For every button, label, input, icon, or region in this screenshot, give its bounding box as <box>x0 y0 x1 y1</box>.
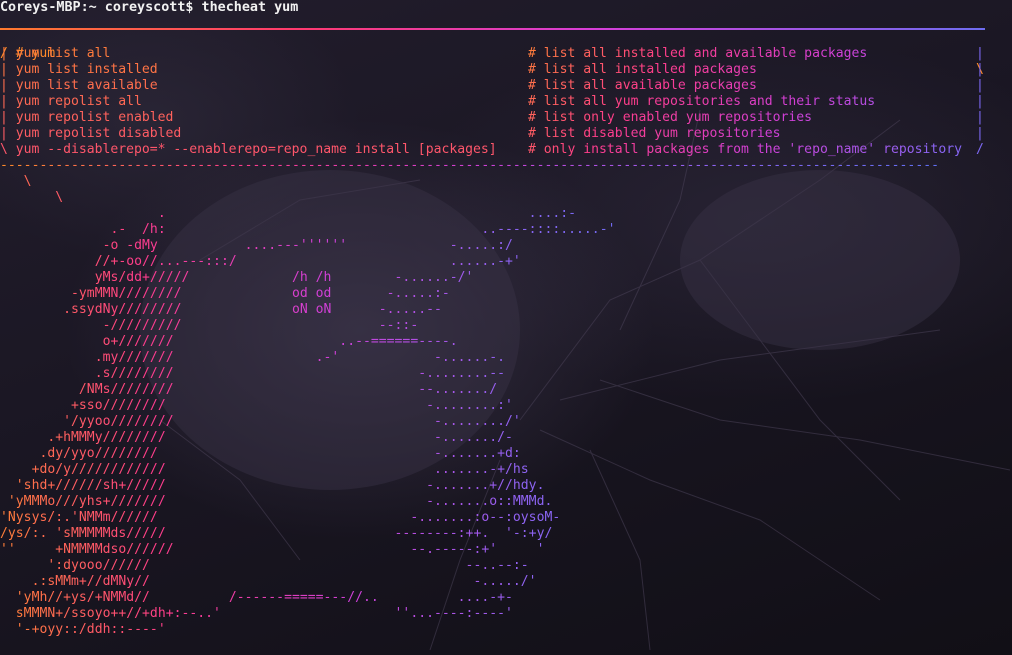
ascii-art-line: /ys/:. 'sMMMMMds///// --------:++. '-:+y… <box>0 526 553 541</box>
ascii-art-line: \ <box>23 174 32 189</box>
comment-text: # only install packages from the 'repo_n… <box>528 142 962 157</box>
ascii-art-line: '' +NMMMMdso////// --.-----:+' ' <box>0 542 545 557</box>
cheat-row: | yum repolist disabled # list disabled y… <box>0 126 1012 142</box>
ascii-art-line: o+/////// ..--======----. <box>102 334 458 349</box>
cheat-row: | yum list installed # list all installed… <box>0 62 1012 78</box>
command-text: | yum repolist enabled <box>0 110 174 125</box>
ascii-art-line: 'yMMMo///yhs+/////// -.......o::MMMd. <box>7 494 553 509</box>
ascii-art-line: 'Nysys/:.'NMMm////// -.......:o--:oysoM- <box>0 510 561 525</box>
terminal-window[interactable]: Coreys-MBP:~ coreyscott$ thecheat yum / … <box>0 0 1012 655</box>
box-edge: | <box>976 46 984 61</box>
ascii-art-line: \ <box>55 190 64 205</box>
cheat-row: \ yum --disablerepo=* --enablerepo=repo_… <box>0 142 1012 158</box>
ascii-art-line: +sso//////// -........:' <box>71 398 513 413</box>
cheat-row: | yum list all # list all installed and a… <box>0 46 1012 62</box>
ascii-art-line: .+hMMMy//////// -......./- <box>47 430 513 445</box>
ascii-art-line: .dy/yyo//////// -.......+d: <box>39 446 521 461</box>
box-edge: / <box>976 142 984 157</box>
ascii-art-line: 'yMh//+ys/+NMMd// /------=====---//.. ..… <box>15 590 513 605</box>
ascii-art-line: '/yyoo//////// -......../' <box>63 414 521 429</box>
comment-text: # list all installed packages <box>528 62 757 77</box>
ascii-art-line: .:sMMm+//dMNy// -...../' <box>31 574 537 589</box>
comment-text: # list disabled yum repositories <box>528 126 781 141</box>
command-text: | yum repolist all <box>0 94 142 109</box>
ascii-art-line: .- /h: ..----::::.....-' <box>110 222 616 237</box>
ascii-art-line: -o -dMy ....---'''''' -.....:/ <box>102 238 513 253</box>
box-edge: | <box>976 110 984 125</box>
comment-text: # list only enabled yum repositories <box>528 110 813 125</box>
comment-text: # list all installed and available packa… <box>528 46 868 61</box>
ascii-art-line: .ssydNy//////// oN oN -.....-- <box>63 302 442 317</box>
ascii-art-line: .s//////// -........-- <box>94 366 505 381</box>
command-text: | yum repolist disabled <box>0 126 182 141</box>
ascii-art-line: '-+oyy::/ddh::----' <box>15 622 166 637</box>
box-edge: | <box>976 62 984 77</box>
prompt-line: Coreys-MBP:~ coreyscott$ thecheat yum <box>0 0 299 15</box>
bottom-rule: ----------------------------------------… <box>0 158 939 173</box>
ascii-art-line: +do/y//////////// .......-+/hs <box>31 462 529 477</box>
ascii-art-line: 'shd+//////sh+///// -.......+//hdy. <box>15 478 545 493</box>
command-text: | yum list installed <box>0 62 158 77</box>
box-edge: | <box>976 78 984 93</box>
ascii-art-line: ':dyooo////// --..--:- <box>47 558 529 573</box>
comment-text: # list all yum repositories and their st… <box>528 94 876 109</box>
ascii-art-line: -ymMMN//////// od od -.....:- <box>71 286 450 301</box>
ascii-art-line: . ....:- <box>157 206 577 221</box>
ascii-art-line: .my/////// .-' -......-. <box>94 350 505 365</box>
command-text: | yum list available <box>0 78 158 93</box>
ascii-art-line: -///////// --::- <box>102 318 419 333</box>
cheat-row: | yum repolist all # list all yum reposit… <box>0 94 1012 110</box>
ascii-art-line: yMs/dd+///// /h /h -......-/' <box>94 270 474 285</box>
ascii-art-line: /NMs//////// --......./ <box>78 382 498 397</box>
box-edge: | <box>976 126 984 141</box>
command-text: | yum list all <box>0 46 111 61</box>
cheat-header-row: / # yum \ <box>0 30 1012 77</box>
ascii-art-line: sMMMN+/ssoyo++//+dh+:--..' ''...----:---… <box>15 606 513 621</box>
box-edge: | <box>976 94 984 109</box>
command-text: \ yum --disablerepo=* --enablerepo=repo_… <box>0 142 497 157</box>
cheat-row: | yum list available # list all available… <box>0 78 1012 94</box>
comment-text: # list all available packages <box>528 78 757 93</box>
cheat-row: | yum repolist enabled # list only enable… <box>0 110 1012 126</box>
ascii-art-line: //+-oo//...---:::/ ......-+' <box>94 254 521 269</box>
